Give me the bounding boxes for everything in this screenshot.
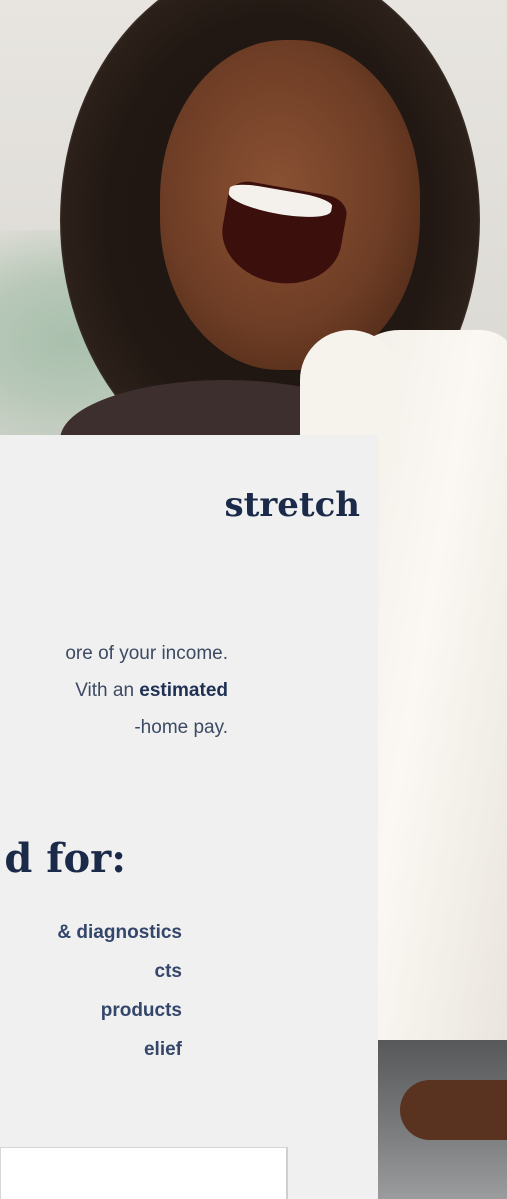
card-heading: stretch: [224, 485, 360, 525]
card-paragraph: ore of your income. Vith an estimated -h…: [65, 635, 228, 746]
input-field[interactable]: [0, 1147, 288, 1199]
photo-arm: [400, 1080, 507, 1140]
paragraph-line-2: Vith an estimated: [65, 672, 228, 709]
paragraph-line-1: ore of your income.: [65, 643, 228, 664]
content-card: stretch ore of your income. Vith an esti…: [0, 435, 378, 1199]
list-item: elief: [143, 1039, 182, 1060]
list-item: & diagnostics: [57, 922, 182, 943]
paragraph-line-3: -home pay.: [134, 717, 228, 738]
card-subheading: d for:: [4, 835, 126, 882]
eligible-items-list: & diagnostics cts products elief: [57, 913, 182, 1069]
content-card-inner: stretch ore of your income. Vith an esti…: [0, 435, 378, 1199]
list-item: cts: [154, 961, 182, 982]
paragraph-line-2-text: Vith an: [75, 680, 140, 701]
list-item: products: [100, 1000, 182, 1021]
paragraph-emphasis: estimated: [139, 680, 228, 701]
